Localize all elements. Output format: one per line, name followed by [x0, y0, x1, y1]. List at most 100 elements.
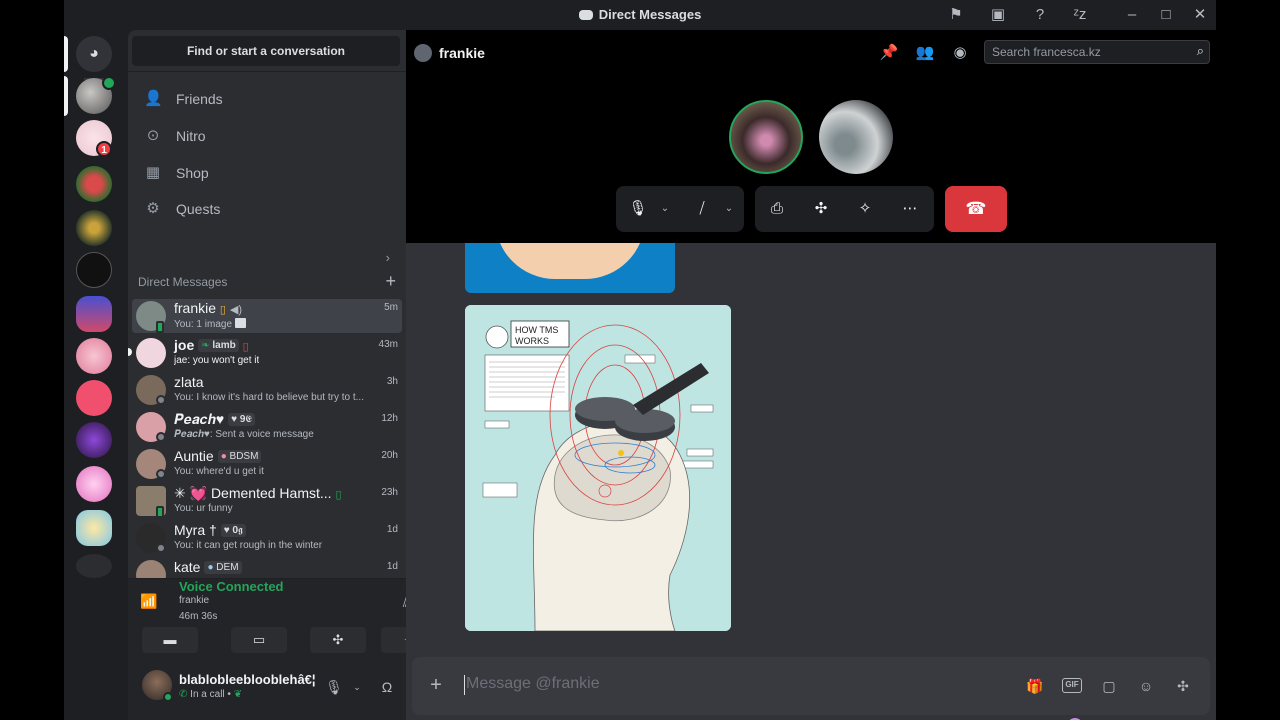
text-caret — [464, 675, 465, 695]
discord-logo-icon — [578, 10, 593, 20]
participant-avatar-dog[interactable] — [729, 100, 803, 174]
dm-time: 1d — [386, 561, 398, 572]
mobile-status-icon — [156, 506, 164, 518]
online-status-dot — [163, 692, 173, 702]
server-icon-emblem[interactable] — [76, 210, 112, 246]
dm-time: 3h — [386, 376, 398, 387]
dm-item-kate[interactable]: kate ● DEM 1d — [132, 558, 402, 578]
camera-off-icon[interactable]: ⧸ — [690, 197, 714, 221]
camera-off-button[interactable]: ▬ — [142, 627, 198, 653]
close-button[interactable]: ✕ — [1190, 5, 1210, 25]
dm-name: zlata — [174, 374, 204, 390]
plant-icon: ❦ — [233, 689, 243, 700]
dm-preview: You: it can get rough in the winter — [174, 540, 323, 551]
shop-icon: ▦ — [145, 164, 161, 181]
server-icon-plant[interactable] — [76, 166, 112, 202]
maximize-button[interactable]: □ — [1156, 5, 1176, 25]
soundboard-icon[interactable]: ✧ — [853, 197, 877, 221]
user-name[interactable]: blablobleeblooblehâ€¦ — [179, 672, 316, 687]
avatar — [136, 560, 166, 578]
voice-channel-name[interactable]: frankie — [179, 595, 209, 606]
chevron-down-icon[interactable]: ⌄ — [722, 199, 736, 219]
activities-icon[interactable]: ✣ — [809, 197, 833, 221]
server-icon-dark[interactable] — [76, 252, 112, 288]
dm-time: 12h — [381, 413, 398, 424]
hang-up-button[interactable]: ☎ — [945, 186, 1007, 232]
image-title-line2: WORKS — [515, 336, 549, 346]
attachment-image-tms[interactable]: HOW TMS WORKS — [465, 305, 731, 631]
emoji-icon[interactable]: ☺ — [1135, 675, 1157, 697]
create-dm-plus-icon[interactable]: + — [385, 271, 396, 292]
microphone-icon[interactable]: 🎙 — [323, 676, 345, 698]
headphones-icon[interactable]: Ω — [376, 676, 398, 698]
phone-icon: ▯ — [219, 304, 226, 316]
status-dot — [156, 395, 166, 405]
server-icon-anime[interactable] — [76, 466, 112, 502]
nav-shop[interactable]: ▦ Shop — [136, 156, 398, 190]
dm-time: 23h — [381, 487, 398, 498]
microphone-icon[interactable]: 🎙 — [626, 197, 650, 221]
dm-item-joe[interactable]: joe ❧ lamb ▯ jae: you won't get it 43m — [128, 336, 402, 370]
collapsed-section-row[interactable]: › — [136, 250, 398, 266]
clan-tag: ♥ 𝟗𝕰 — [228, 413, 256, 426]
find-conversation-button[interactable]: Find or start a conversation — [132, 36, 400, 66]
message-input[interactable]: Message @frankie — [466, 675, 600, 693]
chevron-down-icon[interactable]: ⌄ — [346, 676, 368, 698]
chevron-right-icon: › — [385, 250, 390, 265]
home-dm-button[interactable]: ◕ — [76, 36, 112, 72]
pin-icon[interactable]: 📌 — [878, 42, 900, 64]
dm-item-peach[interactable]: 𝑷𝒆𝒂𝒄𝒉♥ ♥ 𝟗𝕰 𝑷𝒆𝒂𝒄𝒉♥: Sent a voice message … — [132, 410, 402, 444]
server-icon-purple[interactable] — [76, 422, 112, 458]
dm-preview: You: I know it's hard to believe but try… — [174, 392, 364, 403]
more-options-icon[interactable]: ⋯ — [898, 197, 922, 221]
speaker-icon: ◀) — [229, 304, 242, 316]
sleep-icon[interactable]: ᶻz — [1070, 5, 1090, 25]
status-dot — [156, 432, 166, 442]
dm-item-frankie[interactable]: frankie ▯ ◀) You: 1 image 5m — [132, 299, 402, 333]
screen-share-button[interactable]: ▭ — [231, 627, 287, 653]
voice-connected-panel: 📶 Voice Connected frankie 46m 36s ⫽ ☎ ▬ … — [128, 578, 449, 656]
dm-item-myra[interactable]: Myra † ♥ 𝟎𝖌 You: it can get rough in the … — [132, 521, 402, 555]
help-icon[interactable]: ? — [1030, 5, 1050, 25]
gif-icon[interactable]: GIF — [1062, 678, 1082, 693]
user-profile-icon[interactable]: ◉ — [949, 42, 971, 64]
sticker-icon[interactable]: ▢ — [1098, 675, 1120, 697]
nav-friends[interactable]: 👤 Friends — [136, 82, 398, 116]
letterbox-right — [1216, 0, 1280, 720]
voice-status-title[interactable]: Voice Connected — [179, 579, 284, 594]
inbox-icon[interactable]: ▣ — [988, 5, 1008, 25]
nav-shop-label: Shop — [176, 165, 209, 181]
dm-item-auntie[interactable]: Auntie ● BDSM You: where'd u get it 20h — [132, 447, 402, 481]
participant-avatar-room[interactable] — [819, 100, 893, 174]
minimize-button[interactable]: – — [1122, 5, 1142, 25]
server-icon-swirl[interactable] — [76, 380, 112, 416]
server-icon-partial[interactable] — [76, 554, 112, 578]
title-bar: Direct Messages ⚑ ▣ ? ᶻz – □ ✕ — [64, 0, 1216, 30]
dm-item-demented-hamster[interactable]: ✳ 💓 Demented Hamst... ▯ You: ur funny 23… — [132, 484, 402, 518]
main-content: frankie 📌 👥 ◉ Search francesca.kz ⌕ 🎙 ⌄ … — [406, 30, 1216, 720]
search-input[interactable]: Search francesca.kz ⌕ — [984, 40, 1210, 64]
nav-quests[interactable]: ⚙ Quests — [136, 192, 398, 226]
signal-icon[interactable]: 📶 — [140, 593, 160, 611]
message-list: HOW TMS WORKS — [406, 243, 1216, 649]
server-icon-pink[interactable] — [76, 338, 112, 374]
find-bar: Find or start a conversation — [128, 30, 406, 72]
attachment-image-previous[interactable] — [465, 243, 675, 293]
server-icon-socialize[interactable] — [76, 296, 112, 332]
dm-item-zlata[interactable]: zlata You: I know it's hard to believe b… — [132, 373, 402, 407]
phone-icon: ▯ — [335, 489, 342, 501]
nav-quests-label: Quests — [176, 201, 221, 217]
screen-share-icon[interactable]: ⎙ — [765, 197, 789, 221]
apps-icon[interactable]: ✣ — [1172, 675, 1194, 697]
nav-friends-label: Friends — [176, 91, 223, 107]
add-friends-icon[interactable]: 👥 — [914, 42, 936, 64]
phone-icon: ▯ — [242, 341, 249, 353]
activities-button[interactable]: ✣ — [310, 627, 366, 653]
nav-nitro[interactable]: ⊙ Nitro — [136, 119, 398, 153]
flag-icon[interactable]: ⚑ — [946, 5, 966, 25]
dm-list: frankie ▯ ◀) You: 1 image 5m joe ❧ lamb ▯… — [128, 296, 406, 578]
server-icon-sunny[interactable] — [76, 510, 112, 546]
gift-icon[interactable]: 🎁 — [1024, 675, 1046, 697]
upload-plus-button[interactable]: + — [424, 673, 448, 697]
chevron-down-icon[interactable]: ⌄ — [658, 199, 672, 219]
